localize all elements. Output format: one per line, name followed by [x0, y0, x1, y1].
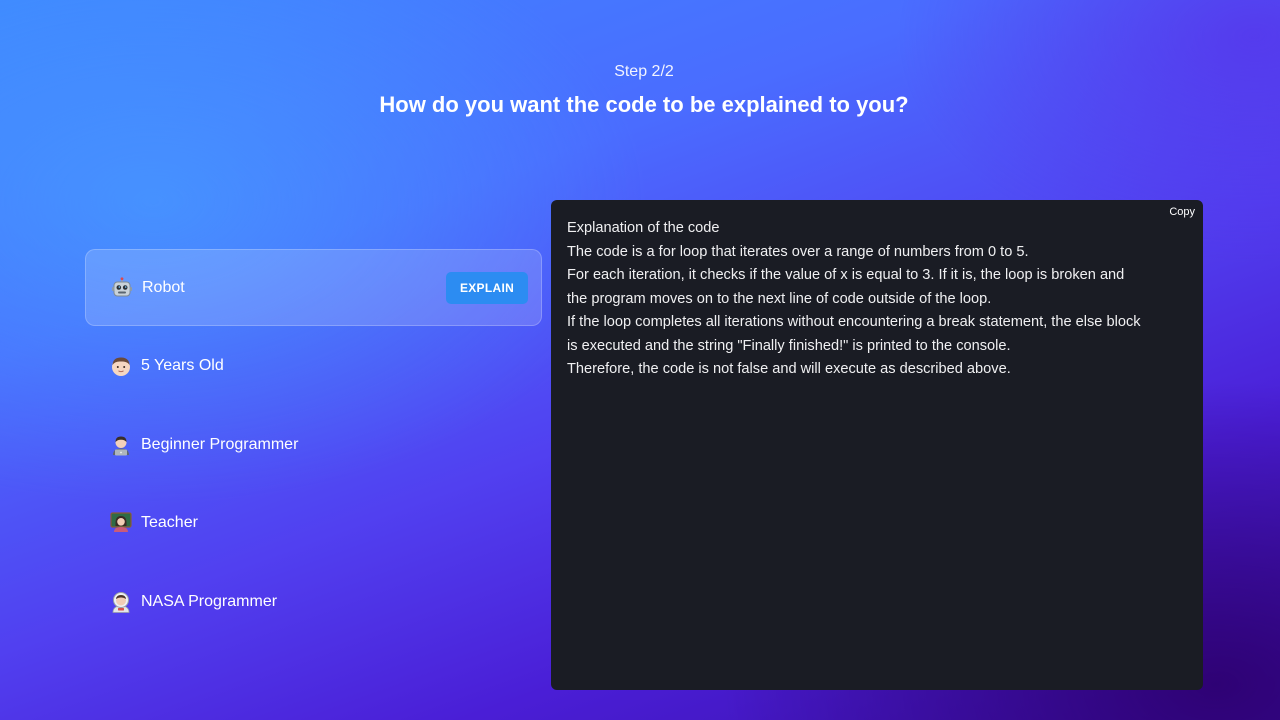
explanation-line: the program moves on to the next line of…	[567, 290, 992, 307]
page-title: How do you want the code to be explained…	[379, 92, 909, 117]
option-label: Teacher	[141, 514, 198, 531]
option-nasa-programmer[interactable]: NASA Programmer	[85, 563, 542, 640]
option-label: Beginner Programmer	[141, 435, 299, 453]
astronaut-icon	[109, 590, 133, 614]
explanation-line: is executed and the string "Finally fini…	[567, 337, 1011, 354]
explanation-style-list: Robot EXPLAIN 5 Years Old Beginner Progr…	[85, 249, 542, 642]
step-indicator: Step 2/2	[614, 63, 674, 80]
explanation-title: Explanation of the code	[567, 220, 720, 236]
option-5-years-old[interactable]: 5 Years Old	[85, 328, 542, 405]
technologist-icon	[109, 433, 133, 457]
option-robot[interactable]: Robot EXPLAIN	[85, 249, 542, 326]
option-label: Robot	[142, 278, 185, 296]
option-teacher[interactable]: Teacher	[85, 485, 542, 562]
explain-button[interactable]: EXPLAIN	[446, 272, 528, 304]
explanation-line: For each iteration, it checks if the val…	[567, 267, 1125, 283]
teacher-icon	[109, 511, 133, 535]
explanation-line: If the loop completes all iterations wit…	[567, 314, 1141, 330]
option-label: NASA Programmer	[141, 592, 278, 610]
option-label: 5 Years Old	[141, 357, 224, 374]
explanation-line: The code is a for loop that iterates ove…	[567, 243, 1029, 260]
child-icon	[109, 354, 133, 378]
robot-icon	[110, 276, 134, 300]
explanation-panel: Copy Explanation of the code The code is…	[551, 200, 1203, 690]
copy-button[interactable]: Copy	[1166, 204, 1198, 220]
option-beginner-programmer[interactable]: Beginner Programmer	[85, 406, 542, 483]
explanation-line: Therefore, the code is not false and wil…	[567, 361, 1011, 377]
